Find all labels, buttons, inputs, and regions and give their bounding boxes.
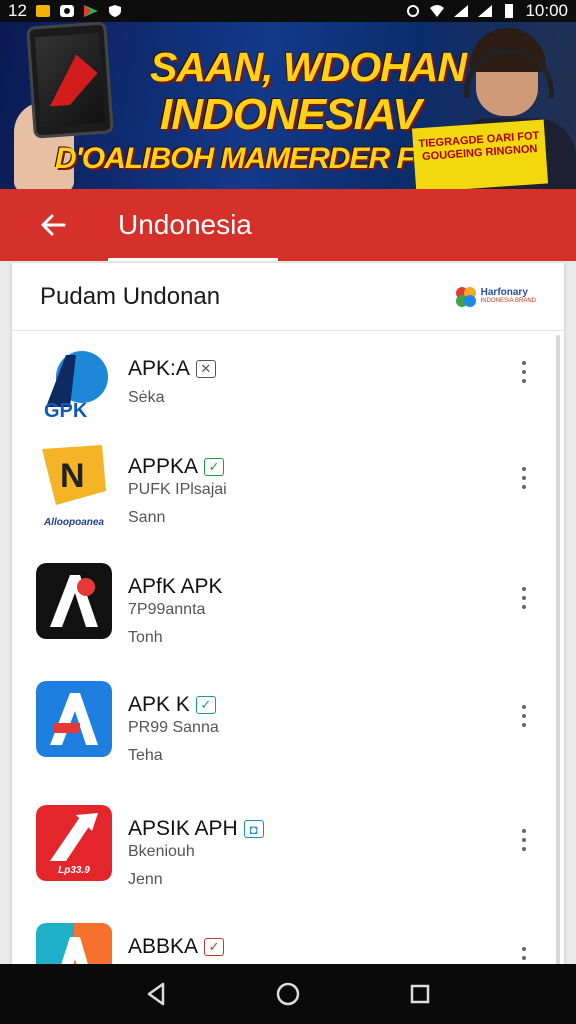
screen: 12 10:00 SAAN, WDOHAN INDONESIAV D'OALIB… [0, 0, 576, 1024]
list-title: Pudam Undonan [40, 282, 221, 310]
status-bar: 12 10:00 [0, 0, 576, 22]
more-options-icon[interactable] [514, 825, 534, 855]
app-name: APK K ✓ [128, 693, 216, 717]
app-list-item[interactable]: APK K ✓ PR99 Sanna Teha [12, 671, 564, 783]
more-options-icon[interactable] [514, 943, 534, 964]
app-list-item[interactable]: Lp33.9 APSIK APH ◘ Bkeniouh Jenn [12, 795, 564, 907]
svg-text:N: N [60, 457, 85, 495]
app-name: APfK APK [128, 575, 223, 599]
battery-icon [505, 4, 514, 18]
alarm-icon [407, 5, 420, 17]
banner-headline-2: INDONESIAV [160, 90, 422, 139]
app-title: APPKA [128, 455, 199, 478]
list-header: Pudam Undonan Harfonary INDONESIA BRAND [12, 263, 564, 331]
app-bar-title[interactable]: Undonesia [108, 189, 278, 261]
signal-icon [454, 5, 469, 17]
app-icon[interactable]: N [36, 439, 112, 515]
app-icon[interactable] [36, 923, 112, 964]
back-button[interactable] [26, 189, 80, 261]
app-list-card: Pudam Undonan Harfonary INDONESIA BRAND … [12, 263, 564, 964]
photo-icon [59, 5, 74, 17]
nav-recents-button[interactable] [390, 964, 450, 1024]
nav-home-button[interactable] [258, 964, 318, 1024]
app-name: APSIK APH ◘ [128, 817, 264, 841]
app-list-item[interactable]: GPK APK:A ✕ Sėka [12, 335, 564, 447]
shield-icon [108, 5, 121, 17]
nav-back-button[interactable] [126, 964, 186, 1024]
status-time: 10:00 [525, 1, 568, 20]
app-badge-icon: ◘ [243, 820, 264, 838]
app-icon-caption: Alloopoanea [43, 517, 104, 528]
app-subtitle: Sėka [128, 389, 165, 406]
app-name: APPKA ✓ [128, 455, 225, 479]
app-icon[interactable]: GPK [36, 345, 112, 421]
more-options-icon[interactable] [514, 701, 534, 731]
app-subtitle: 7P99annta [128, 601, 206, 618]
banner-headline-1: SAAN, WDOHAN [150, 44, 467, 90]
status-time-left: 12 [8, 1, 27, 20]
more-options-icon[interactable] [514, 583, 534, 613]
app-list-item[interactable]: N Alloopoanea APPKA ✓ PUFK IPlsajai Sann [12, 433, 564, 545]
brand-flower-icon [455, 286, 476, 307]
signal-icon [478, 5, 493, 17]
banner-headline-3: D'OALIBOH MAMERDER FUNI [55, 142, 463, 175]
svg-text:GPK: GPK [44, 400, 88, 421]
brand-name: Harfonary [480, 286, 528, 298]
more-options-icon[interactable] [514, 463, 534, 493]
store-icon [83, 5, 98, 17]
app-subtitle: PUFK IPlsajai [128, 481, 227, 498]
app-name: ABBKA ✓ [128, 935, 225, 959]
brand-subtitle: INDONESIA BRAND [480, 297, 536, 304]
app-title: APSIK APH [128, 817, 238, 840]
app-subtitle: PR99 Sanna [128, 719, 219, 736]
app-meta: Teha [128, 747, 163, 764]
nav-recents-icon [410, 984, 430, 1004]
app-meta: Tonh [128, 629, 163, 646]
arrow-back-icon [41, 214, 66, 236]
app-badge-icon: ✓ [195, 696, 216, 714]
app-meta: Sann [128, 509, 166, 526]
app-list-item[interactable]: ABBKA ✓ [12, 913, 564, 964]
app-title: APK:A [128, 357, 190, 380]
banner-phone-image [26, 22, 114, 139]
app-name: APK:A ✕ [128, 357, 216, 381]
app-title: APfK APK [128, 575, 223, 598]
app-title: APK K [128, 693, 190, 716]
brand-logo: Harfonary INDONESIA BRAND [454, 285, 536, 309]
app-list-item[interactable]: APfK APK 7P99annta Tonh [12, 553, 564, 665]
nav-home-icon [276, 982, 300, 1006]
wifi-icon [430, 5, 445, 17]
list-scrollbar[interactable] [556, 335, 560, 964]
app-icon-caption: Lp33.9 [58, 865, 90, 876]
app-badge-icon: ✕ [195, 360, 216, 378]
app-badge-icon: ✓ [204, 458, 225, 476]
nav-back-icon [147, 982, 165, 1006]
app-icon[interactable] [36, 681, 112, 757]
ad-banner[interactable]: SAAN, WDOHAN INDONESIAV D'OALIBOH MAMERD… [0, 22, 576, 189]
app-title: ABBKA [128, 935, 199, 958]
app-meta: Jenn [128, 871, 163, 888]
app-bar: Undonesia [0, 189, 576, 261]
banner-sticker: TIEGRAGDE OARI FOT GOUGEING RINGNON [411, 119, 549, 189]
more-options-icon[interactable] [514, 357, 534, 387]
app-icon[interactable] [36, 563, 112, 639]
notification-icon [35, 5, 50, 17]
app-subtitle: Bkeniouh [128, 843, 195, 860]
app-badge-icon: ✓ [204, 938, 225, 956]
system-nav-bar [0, 964, 576, 1024]
